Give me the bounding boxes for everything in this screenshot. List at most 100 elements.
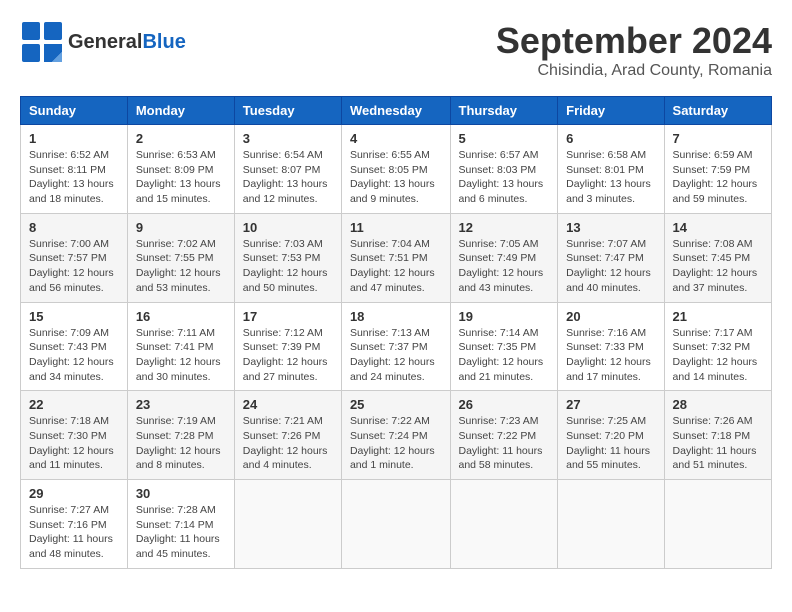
- day-number: 1: [29, 131, 119, 146]
- page-subtitle: Chisindia, Arad County, Romania: [496, 62, 772, 80]
- calendar-day-cell: 7 Sunrise: 6:59 AM Sunset: 7:59 PM Daylig…: [664, 125, 771, 214]
- day-detail: Sunrise: 7:23 AM Sunset: 7:22 PM Dayligh…: [459, 414, 550, 473]
- calendar-day-cell: 22 Sunrise: 7:18 AM Sunset: 7:30 PM Dayli…: [21, 391, 128, 480]
- calendar-day-cell: 11 Sunrise: 7:04 AM Sunset: 7:51 PM Dayli…: [341, 213, 450, 302]
- day-detail: Sunrise: 7:02 AM Sunset: 7:55 PM Dayligh…: [136, 237, 226, 296]
- calendar-table: SundayMondayTuesdayWednesdayThursdayFrid…: [20, 96, 772, 569]
- calendar-day-cell: 17 Sunrise: 7:12 AM Sunset: 7:39 PM Dayli…: [234, 302, 341, 391]
- day-number: 9: [136, 220, 226, 235]
- day-detail: Sunrise: 7:16 AM Sunset: 7:33 PM Dayligh…: [566, 326, 655, 385]
- day-number: 3: [243, 131, 333, 146]
- day-detail: Sunrise: 7:09 AM Sunset: 7:43 PM Dayligh…: [29, 326, 119, 385]
- day-number: 29: [29, 486, 119, 501]
- day-number: 8: [29, 220, 119, 235]
- calendar-day-cell: 29Sunrise: 7:27 AM Sunset: 7:16 PM Dayli…: [21, 480, 128, 569]
- calendar-day-cell: 27Sunrise: 7:25 AM Sunset: 7:20 PM Dayli…: [558, 391, 664, 480]
- day-detail: Sunrise: 6:53 AM Sunset: 8:09 PM Dayligh…: [136, 148, 226, 207]
- day-number: 25: [350, 397, 442, 412]
- calendar-day-cell: 15 Sunrise: 7:09 AM Sunset: 7:43 PM Dayli…: [21, 302, 128, 391]
- day-detail: Sunrise: 7:19 AM Sunset: 7:28 PM Dayligh…: [136, 414, 226, 473]
- day-number: 13: [566, 220, 655, 235]
- day-number: 19: [459, 309, 550, 324]
- day-number: 18: [350, 309, 442, 324]
- day-detail: Sunrise: 7:04 AM Sunset: 7:51 PM Dayligh…: [350, 237, 442, 296]
- calendar-week-row: 29Sunrise: 7:27 AM Sunset: 7:16 PM Dayli…: [21, 480, 772, 569]
- calendar-day-cell: 13 Sunrise: 7:07 AM Sunset: 7:47 PM Dayli…: [558, 213, 664, 302]
- day-detail: Sunrise: 7:05 AM Sunset: 7:49 PM Dayligh…: [459, 237, 550, 296]
- day-number: 11: [350, 220, 442, 235]
- day-of-week-header: Saturday: [664, 97, 771, 125]
- calendar-day-cell: 9 Sunrise: 7:02 AM Sunset: 7:55 PM Daylig…: [127, 213, 234, 302]
- day-detail: Sunrise: 7:13 AM Sunset: 7:37 PM Dayligh…: [350, 326, 442, 385]
- calendar-day-cell: 30 Sunrise: 7:28 AM Sunset: 7:14 PM Dayli…: [127, 480, 234, 569]
- day-number: 17: [243, 309, 333, 324]
- day-of-week-header: Sunday: [21, 97, 128, 125]
- calendar-day-cell: 24Sunrise: 7:21 AM Sunset: 7:26 PM Dayli…: [234, 391, 341, 480]
- calendar-day-cell: 18 Sunrise: 7:13 AM Sunset: 7:37 PM Dayli…: [341, 302, 450, 391]
- calendar-day-cell: 3 Sunrise: 6:54 AM Sunset: 8:07 PM Daylig…: [234, 125, 341, 214]
- day-number: 21: [673, 309, 763, 324]
- day-detail: Sunrise: 7:11 AM Sunset: 7:41 PM Dayligh…: [136, 326, 226, 385]
- calendar-day-cell: 4 Sunrise: 6:55 AM Sunset: 8:05 PM Daylig…: [341, 125, 450, 214]
- day-of-week-header: Thursday: [450, 97, 558, 125]
- day-detail: Sunrise: 6:57 AM Sunset: 8:03 PM Dayligh…: [459, 148, 550, 207]
- day-number: 7: [673, 131, 763, 146]
- day-of-week-header: Wednesday: [341, 97, 450, 125]
- calendar-header-row: SundayMondayTuesdayWednesdayThursdayFrid…: [21, 97, 772, 125]
- day-number: 2: [136, 131, 226, 146]
- logo-icon: [20, 20, 64, 64]
- calendar-week-row: 8Sunrise: 7:00 AM Sunset: 7:57 PM Daylig…: [21, 213, 772, 302]
- logo-blue: Blue: [142, 31, 185, 53]
- day-number: 10: [243, 220, 333, 235]
- day-of-week-header: Friday: [558, 97, 664, 125]
- calendar-week-row: 22 Sunrise: 7:18 AM Sunset: 7:30 PM Dayli…: [21, 391, 772, 480]
- day-detail: Sunrise: 7:22 AM Sunset: 7:24 PM Dayligh…: [350, 414, 442, 473]
- calendar-day-cell: [558, 480, 664, 569]
- day-detail: Sunrise: 6:59 AM Sunset: 7:59 PM Dayligh…: [673, 148, 763, 207]
- calendar-day-cell: 23 Sunrise: 7:19 AM Sunset: 7:28 PM Dayli…: [127, 391, 234, 480]
- day-detail: Sunrise: 7:14 AM Sunset: 7:35 PM Dayligh…: [459, 326, 550, 385]
- calendar-day-cell: 14Sunrise: 7:08 AM Sunset: 7:45 PM Dayli…: [664, 213, 771, 302]
- day-detail: Sunrise: 7:12 AM Sunset: 7:39 PM Dayligh…: [243, 326, 333, 385]
- calendar-week-row: 1 Sunrise: 6:52 AM Sunset: 8:11 PM Daylig…: [21, 125, 772, 214]
- day-number: 15: [29, 309, 119, 324]
- calendar-day-cell: 28Sunrise: 7:26 AM Sunset: 7:18 PM Dayli…: [664, 391, 771, 480]
- day-number: 4: [350, 131, 442, 146]
- day-number: 23: [136, 397, 226, 412]
- day-of-week-header: Tuesday: [234, 97, 341, 125]
- calendar-day-cell: 10Sunrise: 7:03 AM Sunset: 7:53 PM Dayli…: [234, 213, 341, 302]
- title-block: September 2024 Chisindia, Arad County, R…: [496, 20, 772, 80]
- calendar-day-cell: 25 Sunrise: 7:22 AM Sunset: 7:24 PM Dayli…: [341, 391, 450, 480]
- calendar-week-row: 15 Sunrise: 7:09 AM Sunset: 7:43 PM Dayli…: [21, 302, 772, 391]
- day-detail: Sunrise: 6:55 AM Sunset: 8:05 PM Dayligh…: [350, 148, 442, 207]
- logo: GeneralBlue: [20, 20, 186, 64]
- day-detail: Sunrise: 7:28 AM Sunset: 7:14 PM Dayligh…: [136, 503, 226, 562]
- day-detail: Sunrise: 6:54 AM Sunset: 8:07 PM Dayligh…: [243, 148, 333, 207]
- calendar-day-cell: 16 Sunrise: 7:11 AM Sunset: 7:41 PM Dayli…: [127, 302, 234, 391]
- day-detail: Sunrise: 7:07 AM Sunset: 7:47 PM Dayligh…: [566, 237, 655, 296]
- day-number: 26: [459, 397, 550, 412]
- calendar-day-cell: [341, 480, 450, 569]
- day-detail: Sunrise: 7:25 AM Sunset: 7:20 PM Dayligh…: [566, 414, 655, 473]
- calendar-day-cell: 12 Sunrise: 7:05 AM Sunset: 7:49 PM Dayli…: [450, 213, 558, 302]
- day-number: 28: [673, 397, 763, 412]
- calendar-day-cell: 2 Sunrise: 6:53 AM Sunset: 8:09 PM Daylig…: [127, 125, 234, 214]
- calendar-day-cell: 1 Sunrise: 6:52 AM Sunset: 8:11 PM Daylig…: [21, 125, 128, 214]
- calendar-day-cell: 19 Sunrise: 7:14 AM Sunset: 7:35 PM Dayli…: [450, 302, 558, 391]
- day-detail: Sunrise: 7:18 AM Sunset: 7:30 PM Dayligh…: [29, 414, 119, 473]
- page-header: GeneralBlue September 2024 Chisindia, Ar…: [20, 20, 772, 80]
- day-of-week-header: Monday: [127, 97, 234, 125]
- day-detail: Sunrise: 7:08 AM Sunset: 7:45 PM Dayligh…: [673, 237, 763, 296]
- day-number: 16: [136, 309, 226, 324]
- day-detail: Sunrise: 6:52 AM Sunset: 8:11 PM Dayligh…: [29, 148, 119, 207]
- page-title: September 2024: [496, 20, 772, 62]
- day-number: 22: [29, 397, 119, 412]
- day-number: 12: [459, 220, 550, 235]
- day-number: 30: [136, 486, 226, 501]
- calendar-day-cell: 8Sunrise: 7:00 AM Sunset: 7:57 PM Daylig…: [21, 213, 128, 302]
- day-detail: Sunrise: 6:58 AM Sunset: 8:01 PM Dayligh…: [566, 148, 655, 207]
- day-detail: Sunrise: 7:17 AM Sunset: 7:32 PM Dayligh…: [673, 326, 763, 385]
- logo-general: General: [68, 31, 142, 53]
- day-number: 6: [566, 131, 655, 146]
- day-number: 24: [243, 397, 333, 412]
